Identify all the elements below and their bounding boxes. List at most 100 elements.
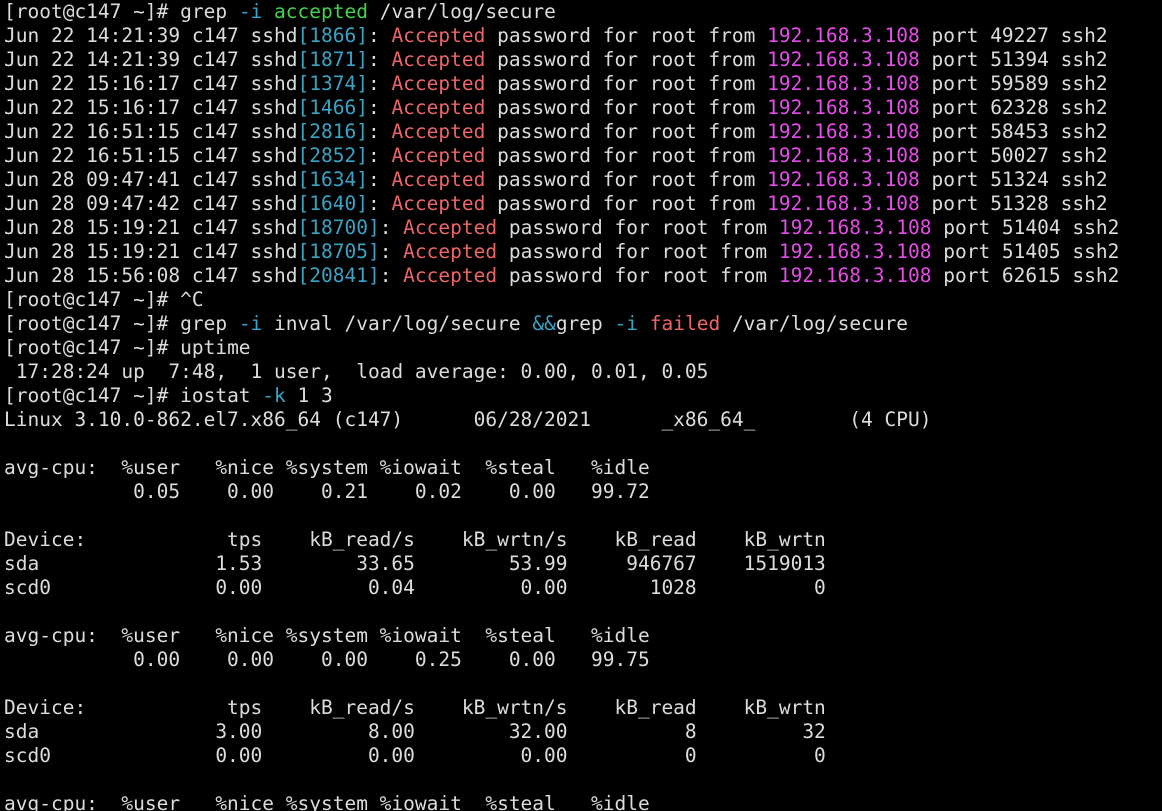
log-pid: [1374] (297, 72, 368, 95)
command-line-grep-chain: [root@c147 ~]# grep -i inval /var/log/se… (4, 312, 1162, 336)
log-mid: password for root from (497, 240, 779, 263)
log-line: Jun 22 14:21:39 c147 sshd[1866]: Accepte… (4, 24, 1162, 48)
log-match: Accepted (391, 192, 486, 215)
log-colon: : (379, 264, 404, 287)
log-colon: : (379, 240, 404, 263)
iostat-cpu-header: avg-cpu: %user %nice %system %iowait %st… (4, 624, 650, 647)
shell-prompt: [root@c147 ~]# (4, 336, 181, 359)
log-tail: port 51404 ssh2 (931, 216, 1120, 239)
log-colon: : (379, 216, 404, 239)
command-flag: -i (238, 0, 263, 23)
log-pid: [18700] (297, 216, 380, 239)
log-ip: 192.168.3.108 (767, 192, 920, 215)
log-mid: password for root from (497, 264, 779, 287)
log-match: Accepted (391, 24, 486, 47)
log-line: Jun 28 15:19:21 c147 sshd[18705]: Accept… (4, 240, 1162, 264)
uptime-output: 17:28:24 up 7:48, 1 user, load average: … (4, 360, 709, 383)
log-line: Jun 22 16:51:15 c147 sshd[2852]: Accepte… (4, 144, 1162, 168)
shell-prompt: [root@c147 ~]# (4, 288, 181, 311)
log-match: Accepted (391, 144, 486, 167)
log-mid: password for root from (485, 120, 768, 143)
log-colon: : (367, 96, 392, 119)
log-line: Jun 28 15:19:21 c147 sshd[18700]: Accept… (4, 216, 1162, 240)
log-tail: port 51405 ssh2 (931, 240, 1120, 263)
log-line: Jun 28 09:47:41 c147 sshd[1634]: Accepte… (4, 168, 1162, 192)
log-ip: 192.168.3.108 (767, 168, 920, 191)
log-ip: 192.168.3.108 (778, 264, 932, 287)
log-tail: port 58453 ssh2 (919, 120, 1108, 143)
iostat-cpu-header: avg-cpu: %user %nice %system %iowait %st… (4, 792, 650, 811)
command-line-iostat: [root@c147 ~]# iostat -k 1 3 (4, 384, 1162, 408)
iostat-cpu-values: 0.05 0.00 0.21 0.02 0.00 99.72 (4, 480, 650, 503)
iostat-device-row: sda 3.00 8.00 32.00 8 32 (4, 720, 826, 743)
log-tail: port 51394 ssh2 (919, 48, 1108, 71)
grep-pattern: failed (649, 312, 721, 335)
log-tail: port 50027 ssh2 (919, 144, 1108, 167)
shell-prompt: [root@c147 ~]# (4, 384, 181, 407)
log-line: Jun 22 16:51:15 c147 sshd[2816]: Accepte… (4, 120, 1162, 144)
log-colon: : (367, 72, 392, 95)
command-operator: && (532, 312, 556, 335)
iostat-sysinfo: Linux 3.10.0-862.el7.x86_64 (c147) 06/28… (4, 408, 932, 431)
log-prefix: Jun 22 16:51:15 c147 sshd (4, 120, 298, 143)
log-match: Accepted (391, 96, 486, 119)
log-tail: port 49227 ssh2 (919, 24, 1108, 47)
log-pid: [1640] (297, 192, 368, 215)
log-prefix: Jun 22 15:16:17 c147 sshd (4, 72, 298, 95)
command-argument: /var/log/secure (720, 312, 909, 335)
log-prefix: Jun 28 15:56:08 c147 sshd (4, 264, 298, 287)
iostat-device-row: scd0 0.00 0.00 0.00 0 0 (4, 744, 826, 767)
log-mid: password for root from (485, 24, 768, 47)
command-name: grep (180, 0, 239, 23)
log-match: Accepted (391, 120, 486, 143)
log-pid: [1634] (297, 168, 368, 191)
command-argument: /var/log/secure (367, 0, 556, 23)
iostat-cpu-values: 0.00 0.00 0.00 0.25 0.00 99.75 (4, 648, 650, 671)
log-match: Accepted (403, 264, 498, 287)
log-prefix: Jun 22 14:21:39 c147 sshd (4, 48, 298, 71)
log-colon: : (367, 24, 392, 47)
log-ip: 192.168.3.108 (767, 144, 920, 167)
log-prefix: Jun 22 16:51:15 c147 sshd (4, 144, 298, 167)
command-flag: -i (238, 312, 263, 335)
log-line: Jun 22 14:21:39 c147 sshd[1871]: Accepte… (4, 48, 1162, 72)
iostat-device-row: scd0 0.00 0.04 0.00 1028 0 (4, 576, 826, 599)
log-mid: password for root from (485, 96, 768, 119)
command-name: grep (555, 312, 615, 335)
terminal-window[interactable]: [root@c147 ~]# grep -i accepted /var/log… (0, 0, 1162, 811)
log-tail: port 62328 ssh2 (919, 96, 1108, 119)
log-pid: [1871] (297, 48, 368, 71)
log-prefix: Jun 22 15:16:17 c147 sshd (4, 96, 298, 119)
log-prefix: Jun 28 09:47:42 c147 sshd (4, 192, 298, 215)
log-pid: [1866] (297, 24, 368, 47)
command-name: grep (180, 312, 239, 335)
log-match: Accepted (403, 240, 498, 263)
log-match: Accepted (391, 168, 486, 191)
log-mid: password for root from (485, 48, 768, 71)
log-ip: 192.168.3.108 (767, 24, 920, 47)
log-line: Jun 28 15:56:08 c147 sshd[20841]: Accept… (4, 264, 1162, 288)
command-name: iostat (180, 384, 263, 407)
command-line-uptime: [root@c147 ~]# uptime (4, 336, 1162, 360)
log-match: Accepted (403, 216, 498, 239)
shell-prompt: [root@c147 ~]# (4, 0, 181, 23)
log-prefix: Jun 28 09:47:41 c147 sshd (4, 168, 298, 191)
command-text: ^C (180, 288, 204, 311)
command-flag: -i (614, 312, 638, 335)
iostat-cpu-header: avg-cpu: %user %nice %system %iowait %st… (4, 456, 650, 479)
iostat-device-header: Device: tps kB_read/s kB_wrtn/s kB_read … (4, 696, 826, 719)
command-line-grep-accepted: [root@c147 ~]# grep -i accepted /var/log… (4, 0, 1162, 24)
log-tail: port 59589 ssh2 (919, 72, 1108, 95)
log-mid: password for root from (485, 72, 768, 95)
log-tail: port 51328 ssh2 (919, 192, 1108, 215)
command-line-interrupt: [root@c147 ~]# ^C (4, 288, 1162, 312)
log-ip: 192.168.3.108 (767, 96, 920, 119)
log-prefix: Jun 28 15:19:21 c147 sshd (4, 216, 298, 239)
shell-prompt: [root@c147 ~]# (4, 312, 181, 335)
log-prefix: Jun 22 14:21:39 c147 sshd (4, 24, 298, 47)
log-ip: 192.168.3.108 (767, 72, 920, 95)
